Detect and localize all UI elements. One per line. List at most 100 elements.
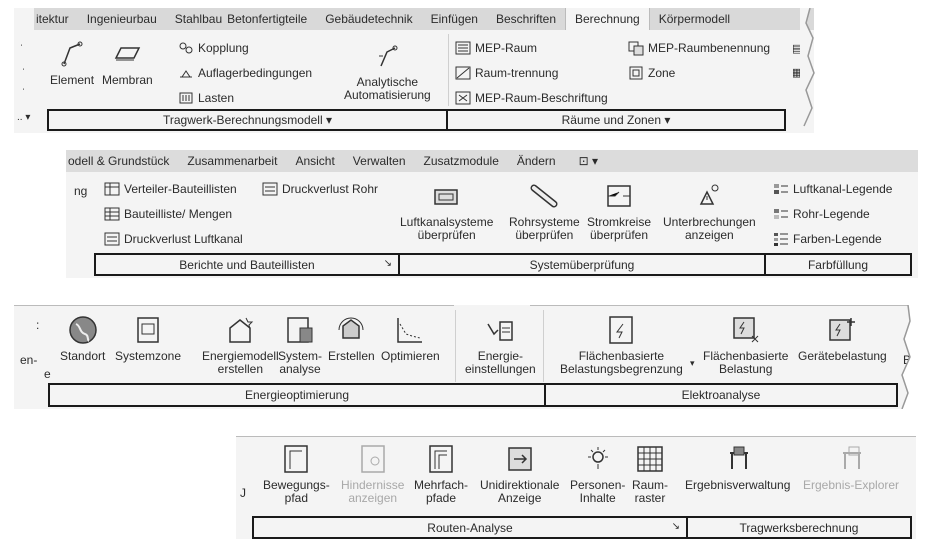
tab-zusammenarbeit[interactable]: Zusammenarbeit [178,154,286,168]
raumtrennung-button[interactable]: Raum-trennung [455,65,558,81]
energiemodell-label-2: erstellen [217,362,264,376]
analytische-label-2: Automatisierung [344,88,431,102]
analytische-automatisierung-button[interactable]: Analytische Automatisierung [344,40,431,102]
kopplung-label: Kopplung [198,41,249,55]
zone-button[interactable]: Zone [628,65,675,81]
panel-raeume-und-zonen[interactable]: Räume und Zonen ▾ [446,109,786,131]
systemanalyse-button[interactable]: System- analyse [278,314,322,376]
mep-benennung-label: MEP-Raumbenennung [648,41,771,55]
tab-ingenieurbau[interactable]: Ingenieurbau [78,12,166,26]
panel-energieoptimierung[interactable]: Energieoptimierung [48,383,546,407]
druckverlust-rohr-label: Druckverlust Rohr [282,182,379,196]
lasten-button[interactable]: Lasten [178,90,234,106]
systemzone-button[interactable]: Systemzone [115,314,181,363]
personen-inhalte-button[interactable]: Personen- Inhalte [570,443,625,505]
energieeinstellungen-button[interactable]: Energie- einstellungen [465,314,536,376]
split-dropdown-arrow[interactable]: ▾ [690,358,695,369]
verteiler-bauteillisten-button[interactable]: Verteiler-Bauteillisten [104,181,237,197]
panel-title: Tragwerksberechnung [739,520,859,535]
tab-berechnung[interactable]: Berechnung [565,8,650,30]
tab-zusatzmodule[interactable]: Zusatzmodule [415,154,508,168]
farben-legende-button[interactable]: Farben-Legende [773,231,882,247]
dialog-launcher-icon[interactable]: ↘ [384,258,392,269]
hindernisse-anzeigen-button[interactable]: Hindernisse anzeigen [341,443,404,505]
rohr-legende-button[interactable]: Rohr-Legende [773,206,870,222]
geraetebelastung-button[interactable]: Gerätebelastung [798,314,887,363]
tab-modell-grundstueck[interactable]: odell & Grundstück [66,154,178,168]
standort-button[interactable]: Standort [60,314,105,363]
area-load-boundary-icon [609,316,634,344]
membran-label: Membran [102,73,153,87]
unterbrechungen-anzeigen-button[interactable]: Unterbrechungen anzeigen [663,180,756,242]
tab-beschriften[interactable]: Beschriften [487,12,565,26]
panel-farbfuellung[interactable]: Farbfüllung [764,253,912,276]
overflow-mark: ˈ [22,88,26,99]
duct-check-icon [433,189,458,205]
energy-settings-icon [487,321,514,341]
tab-gebaeudetechnik[interactable]: Gebäudetechnik [316,12,421,26]
people-content-icon [587,447,608,469]
erstellen-button[interactable]: Erstellen [328,314,375,363]
membran-button[interactable]: Membran [102,38,153,87]
panel-systemueberpruefung[interactable]: Systemüberprüfung [398,253,766,276]
energy-model-icon [229,317,254,343]
tab-stahlbau[interactable]: Stahlbau [166,12,225,26]
druckverlust-rohr-button[interactable]: Druckverlust Rohr [262,181,378,197]
system-zone-icon [137,317,159,343]
mep-benennung-button[interactable]: MEP-Raumbenennung [628,40,770,56]
energiemodell-erstellen-button[interactable]: Energiemodell erstellen [202,314,279,376]
tab-aendern[interactable]: Ändern [508,154,565,168]
druckverlust-luftkanal-button[interactable]: Druckverlust Luftkanal [104,231,243,247]
unidirektionale-anzeige-button[interactable]: Unidirektionale Anzeige [480,443,559,505]
duct-legend-icon [774,184,788,194]
personen-label-2: Inhalte [579,491,616,505]
mep-beschriftung-button[interactable]: MEP-Raum-Beschriftung [455,90,608,106]
panel-routen-analyse[interactable]: Routen-Analyse ↘ [252,516,688,539]
tab-verwalten[interactable]: Verwalten [344,154,415,168]
mep-raum-button[interactable]: MEP-Raum [455,40,537,56]
luftkanalsysteme-pruefen-button[interactable]: Luftkanalsysteme überprüfen [400,180,493,242]
tab-koerpermodell[interactable]: Körpermodell [650,12,739,26]
top-rule [14,305,454,306]
mehrfachpfade-button[interactable]: Mehrfach- pfade [414,443,468,505]
tab-betonfertigteile[interactable]: Betonfertigteile [225,12,316,26]
tab-ansicht[interactable]: Ansicht [286,154,343,168]
kopplung-button[interactable]: Kopplung [178,40,249,56]
room-naming-icon [628,41,644,56]
separator [448,34,449,106]
element-button[interactable]: Element [50,38,94,87]
panel-berichte-und-bauteillisten[interactable]: Berichte und Bauteillisten ↘ [94,253,400,276]
panel-tragwerksberechnung[interactable]: Tragwerksberechnung [686,516,912,539]
auflager-button[interactable]: Auflagerbedingungen [178,65,312,81]
ergebnis-explorer-button[interactable]: Ergebnis-Explorer [803,443,899,492]
dialog-launcher-icon[interactable]: ↘ [672,521,680,532]
tab-contextual-dropdown[interactable]: ⊡ ▾ [565,154,607,168]
legende-luft-label: Luftkanal-Legende [793,182,893,196]
stromkreise-pruefen-button[interactable]: Stromkreise überprüfen [587,180,651,242]
room-icon [455,41,471,55]
verteiler-label: Verteiler-Bauteillisten [124,182,237,196]
tab-einfuegen[interactable]: Einfügen [422,12,487,26]
element-label: Element [50,73,95,87]
cutoff-label: en- [20,353,38,367]
raumraster-button[interactable]: Raum- raster [632,443,668,505]
panel-elektroanalyse[interactable]: Elektroanalyse [544,383,898,407]
panel-title: Räume und Zonen ▾ [561,113,671,127]
panel-tragwerk-berechnungsmodell[interactable]: Tragwerk-Berechnungsmodell ▾ [47,109,448,131]
bauteilliste-button[interactable]: Bauteilliste/ Mengen [104,206,232,222]
ergebnisverwaltung-button[interactable]: Ergebnisverwaltung [685,443,790,492]
dropdown-arrow[interactable]: .. ▾ [17,112,30,123]
top-rule [236,436,916,437]
zone-label: Zone [648,66,676,80]
optimieren-button[interactable]: Optimieren [381,314,440,363]
obstacles-icon [360,445,385,473]
flaechenbasierte-belastungsbegrenzung-button[interactable]: Flächenbasierte Belastungsbegrenzung [560,314,683,376]
tab-architektur[interactable]: itektur [34,12,78,26]
system-analysis-icon [287,317,313,343]
legende-farben-label: Farben-Legende [793,232,882,246]
flaechenbasierte-belastung-button[interactable]: Flächenbasierte Belastung [703,314,788,376]
bewegungspfad-button[interactable]: Bewegungs- pfad [263,443,330,505]
legende-rohr-label: Rohr-Legende [793,207,870,221]
luftkanal-legende-button[interactable]: Luftkanal-Legende [773,181,892,197]
rohrsysteme-pruefen-button[interactable]: Rohrsysteme überprüfen [509,180,580,242]
